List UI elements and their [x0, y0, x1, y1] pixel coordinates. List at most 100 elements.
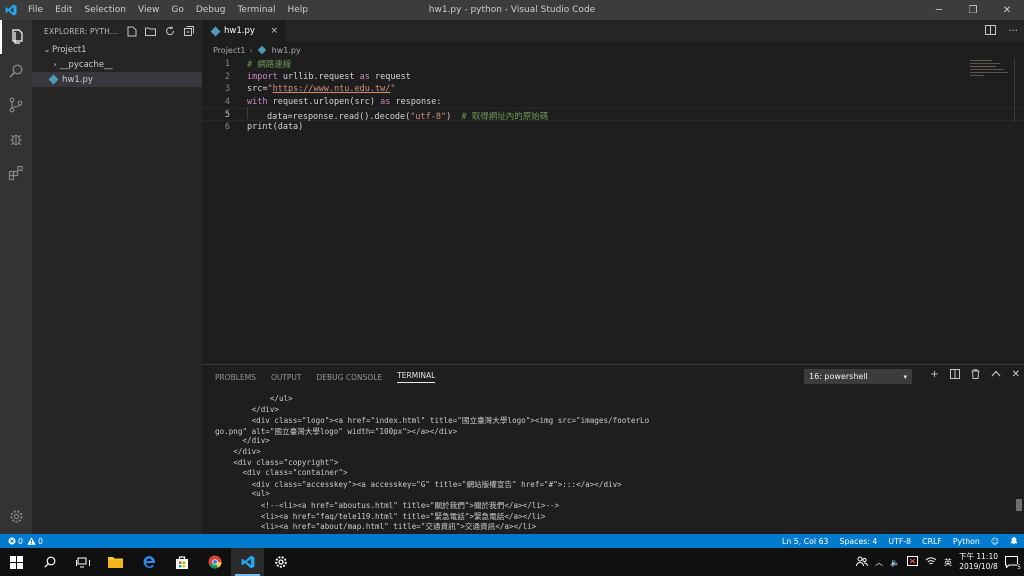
menu-go[interactable]: Go — [165, 0, 189, 20]
tab-output[interactable]: OUTPUT — [271, 373, 302, 382]
explorer-icon[interactable] — [0, 20, 32, 54]
restore-icon[interactable]: ❐ — [956, 0, 990, 20]
debug-icon[interactable] — [0, 122, 32, 156]
terminal-scrollbar[interactable] — [1016, 499, 1022, 511]
wifi-icon[interactable] — [925, 556, 937, 568]
tab-terminal[interactable]: TERMINAL — [397, 371, 436, 383]
terminal-output[interactable]: </ul> </div> <div class="logo"><a href="… — [215, 394, 1005, 532]
chrome-icon[interactable] — [198, 548, 231, 576]
code-token: urllib.request — [277, 71, 360, 82]
extensions-icon[interactable] — [0, 156, 32, 190]
file-explorer-icon[interactable] — [99, 548, 132, 576]
code-token: "utf-8" — [410, 112, 447, 123]
editor-scrollbar[interactable] — [1014, 58, 1024, 122]
vscode-logo-icon[interactable] — [0, 0, 22, 20]
refresh-icon[interactable] — [164, 26, 175, 37]
store-icon[interactable] — [165, 548, 198, 576]
terminal-line: <div class="accesskey"><a accesskey="G" … — [215, 479, 622, 489]
cursor-position[interactable]: Ln 5, Col 63 — [782, 537, 828, 546]
tree-item-hw1py[interactable]: hw1.py — [32, 72, 202, 87]
code-token: print(data) — [247, 122, 304, 133]
language-mode[interactable]: Python — [953, 537, 980, 546]
new-file-icon[interactable] — [126, 26, 137, 37]
code-line[interactable]: 5 data=response.read().decode("utf-8") # … — [202, 107, 1024, 122]
terminal-line: <div class="copyright"> — [215, 457, 339, 467]
terminal-line: go.png" alt="國立臺灣大學logo" width="100px"><… — [215, 426, 458, 436]
tab-hw1py[interactable]: hw1.py × — [202, 20, 286, 42]
explorer-sidebar: EXPLORER: PYTH... ⌄ Project1 › __pycache… — [32, 20, 202, 534]
trash-icon[interactable] — [971, 369, 980, 382]
menu-selection[interactable]: Selection — [79, 0, 132, 20]
new-folder-icon[interactable] — [145, 26, 156, 37]
feedback-smiley-icon[interactable]: ☺ — [991, 537, 999, 546]
menu-file[interactable]: File — [22, 0, 49, 20]
code-line[interactable]: 2 import urllib.request as request — [202, 71, 1024, 84]
more-actions-icon[interactable]: ··· — [1008, 26, 1018, 37]
breadcrumb-separator: › — [249, 45, 253, 55]
source-control-icon[interactable] — [0, 88, 32, 122]
tray-chevron-up-icon[interactable]: ︿ — [875, 557, 883, 568]
close-window-icon[interactable]: ✕ — [990, 0, 1024, 20]
people-icon[interactable] — [856, 556, 869, 569]
terminal-line: <!--<li><a href="aboutus.html" title="關於… — [215, 500, 560, 510]
windows-start-icon[interactable] — [0, 548, 33, 576]
menu-edit[interactable]: Edit — [49, 0, 78, 20]
line-number: 1 — [224, 59, 230, 70]
ime-indicator[interactable]: 英 — [944, 557, 952, 568]
new-terminal-icon[interactable]: + — [930, 369, 938, 382]
search-icon[interactable] — [0, 54, 32, 88]
minimap[interactable] — [970, 60, 1010, 80]
explorer-title: EXPLORER: PYTH... — [44, 26, 118, 36]
panel-actions: + ✕ — [930, 369, 1020, 382]
tree-item-pycache[interactable]: › __pycache__ — [32, 57, 202, 72]
terminal-select[interactable]: 16: powershell ▾ — [804, 369, 912, 384]
split-editor-icon[interactable] — [985, 24, 997, 38]
clock[interactable]: 下午 11:10 2019/10/8 — [959, 552, 998, 572]
menu-help[interactable]: Help — [281, 0, 314, 20]
indentation[interactable]: Spaces: 4 — [840, 537, 878, 546]
breadcrumb-file[interactable]: hw1.py — [272, 46, 301, 55]
code-token: as — [359, 71, 370, 82]
line-number: 5 — [224, 109, 230, 120]
breadcrumb: Project1 › hw1.py — [202, 42, 1024, 58]
vscode-taskbar-icon[interactable] — [231, 548, 264, 576]
tab-problems[interactable]: PROBLEMS — [215, 373, 256, 382]
code-text: data=response.read().decode("utf-8") # 取… — [230, 107, 548, 122]
task-view-icon[interactable] — [66, 548, 99, 576]
action-center-icon[interactable]: 5 — [1005, 556, 1021, 571]
tab-close-icon[interactable]: × — [270, 26, 278, 36]
taskbar-search-icon[interactable] — [33, 548, 66, 576]
tree-label: Project1 — [52, 44, 87, 55]
encoding[interactable]: UTF-8 — [888, 537, 911, 546]
tray-app-icon[interactable] — [907, 556, 918, 568]
collapse-all-icon[interactable] — [183, 26, 194, 37]
minimize-icon[interactable]: ─ — [922, 0, 956, 20]
code-line[interactable]: 6 print(data) — [202, 121, 1024, 134]
code-editor[interactable]: 1 # 網路連線 2 import urllib.request as request… — [202, 58, 1024, 134]
maximize-panel-icon[interactable] — [991, 369, 1001, 382]
code-text: with request.urlopen(src) as response: — [230, 97, 442, 107]
edge-browser-icon[interactable] — [132, 548, 165, 576]
notifications-bell-icon[interactable] — [1010, 536, 1018, 547]
close-panel-icon[interactable]: ✕ — [1012, 369, 1020, 382]
tab-debug-console[interactable]: DEBUG CONSOLE — [317, 373, 383, 382]
warning-icon — [27, 537, 36, 545]
code-line[interactable]: 3 src="https://www.ntu.edu.tw/" — [202, 83, 1024, 96]
code-token: " — [390, 84, 396, 95]
python-file-icon — [210, 26, 221, 36]
settings-app-icon[interactable] — [264, 548, 297, 576]
breadcrumb-folder[interactable]: Project1 — [213, 46, 245, 55]
split-terminal-icon[interactable] — [949, 369, 960, 382]
line-endings[interactable]: CRLF — [922, 537, 942, 546]
volume-icon[interactable]: 🔈 — [890, 558, 900, 567]
menu-debug[interactable]: Debug — [190, 0, 232, 20]
tree-item-project1[interactable]: ⌄ Project1 — [32, 42, 202, 57]
menu-terminal[interactable]: Terminal — [231, 0, 281, 20]
status-bar: 0 0 Ln 5, Col 63 Spaces: 4 UTF-8 CRLF Py… — [0, 534, 1024, 548]
menu-view[interactable]: View — [132, 0, 165, 20]
settings-gear-icon[interactable] — [0, 504, 32, 528]
code-token: data=response.read().decode( — [267, 112, 411, 123]
errors-indicator[interactable]: 0 0 — [8, 537, 43, 546]
terminal-line: <li><a href="about/map.html" title="交通資訊… — [215, 522, 537, 532]
code-line[interactable]: 1 # 網路連線 — [202, 58, 1024, 71]
